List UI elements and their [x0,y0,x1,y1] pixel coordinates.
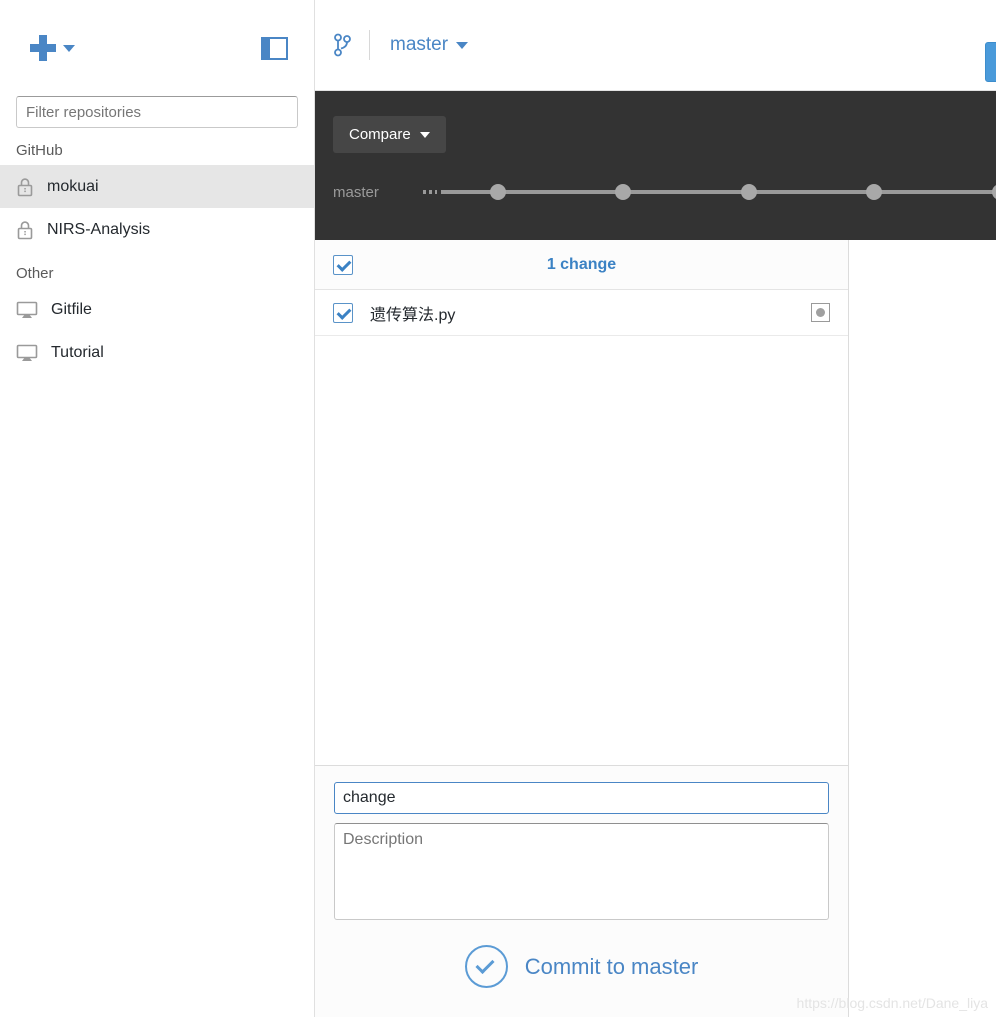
lock-icon [16,220,34,240]
commit-to-master-button[interactable]: Commit to master [334,945,829,988]
plus-icon [30,35,56,61]
branch-selector[interactable]: master [333,30,469,60]
commit-timeline: master [333,177,996,207]
repo-group-header-github: GitHub [16,142,63,159]
branch-name-label: master [390,34,449,55]
changed-file-row[interactable]: 遗传算法.py [315,290,848,336]
repo-item-gitfile[interactable]: Gitfile [0,288,314,331]
compare-dropdown-button[interactable]: Compare [333,116,446,153]
repo-item-label: Tutorial [51,343,104,361]
repo-item-label: mokuai [47,177,99,195]
changes-panel: 1 change 遗传算法.py Commit to master [315,240,849,1017]
commit-summary-input[interactable] [334,782,829,814]
chevron-down-icon [456,41,469,49]
commit-button-label: Commit to master [524,953,699,979]
commit-form: Commit to master [315,765,848,1017]
changes-count-label: 1 change [546,255,617,273]
timeline-commit-dot[interactable] [741,184,757,200]
file-name-label: 遗传算法.py [370,306,456,324]
git-branch-icon [333,32,353,58]
toolbar-divider [369,30,370,60]
timeline-branch-label: master [333,183,379,201]
repo-item-label: Gitfile [51,300,92,318]
repo-item-nirs-analysis[interactable]: NIRS-Analysis [0,208,314,251]
repo-item-label: NIRS-Analysis [47,220,151,238]
timeline-commit-dot[interactable] [992,184,996,200]
add-repository-button[interactable] [30,35,75,61]
timeline-commit-dot[interactable] [866,184,882,200]
repo-group-header-other: Other [16,265,54,282]
repo-item-mokuai[interactable]: mokuai [0,165,314,208]
main-area: master Compare master 1 change 遗传算法.py c… [315,0,996,1017]
github-desktop-window: GitHub mokuai NIRS- [0,0,996,1017]
timeline-ellipsis-icon [423,190,437,194]
check-circle-icon [464,945,508,988]
lock-icon [16,177,34,197]
lower-area: 1 change 遗传算法.py Commit to master [315,240,996,1017]
filter-repositories-input[interactable] [16,96,298,128]
compare-button-label: Compare [349,126,411,143]
timeline-commit-dot[interactable] [490,184,506,200]
top-toolbar: master [315,0,996,90]
changes-list-empty-space [315,336,848,765]
compare-panel: Compare master [315,90,996,240]
filter-repositories-wrap [0,96,314,128]
changes-header: 1 change [315,240,848,290]
repository-sidebar: GitHub mokuai NIRS- [0,0,315,1017]
chevron-down-icon [63,44,75,52]
commit-description-input[interactable] [334,823,829,920]
desktop-icon [16,343,38,363]
sidebar-toolbar [0,0,314,96]
select-all-checkbox[interactable] [333,254,353,275]
sidebar-toggle-icon[interactable] [261,36,288,60]
file-include-checkbox[interactable] [333,302,353,323]
repo-item-tutorial[interactable]: Tutorial [0,331,314,374]
timeline-commit-dot[interactable] [615,184,631,200]
push-origin-button[interactable] [985,42,996,82]
file-status-badge [811,303,830,322]
timeline-line [441,190,996,194]
diff-panel [849,240,996,1017]
desktop-icon [16,300,38,320]
chevron-down-icon [419,131,430,138]
timeline-track [423,182,996,202]
